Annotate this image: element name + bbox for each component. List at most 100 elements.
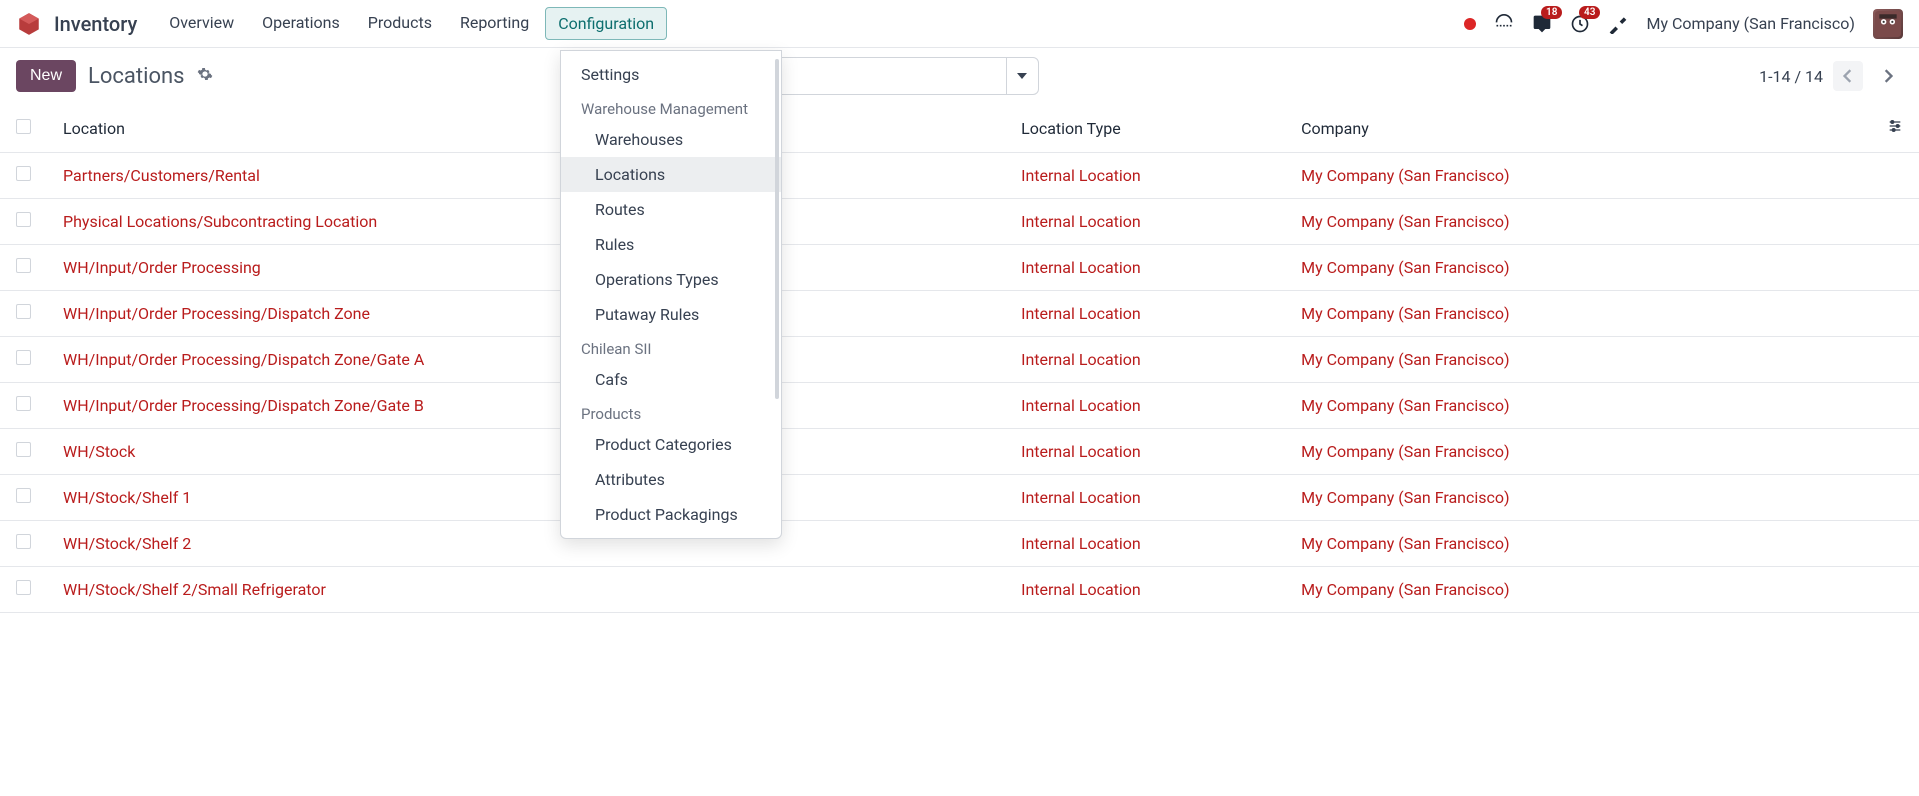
table-row[interactable]: WH/Input/Order Processing/Dispatch Zone/…: [0, 383, 1919, 429]
cell-location[interactable]: WH/Stock/Shelf 2: [63, 534, 191, 553]
cell-location[interactable]: WH/Stock/Shelf 1: [63, 488, 191, 507]
cell-type[interactable]: Internal Location: [1021, 258, 1141, 277]
dd-item-product-categories[interactable]: Product Categories: [561, 427, 781, 462]
dd-item-warehouses[interactable]: Warehouses: [561, 122, 781, 157]
pager-prev-button[interactable]: [1833, 61, 1863, 91]
table-row[interactable]: WH/Input/Order Processing Internal Locati…: [0, 245, 1919, 291]
table-row[interactable]: WH/Stock/Shelf 2/Small Refrigerator Inter…: [0, 567, 1919, 613]
nav-item-configuration[interactable]: Configuration: [545, 7, 667, 40]
dd-item-attributes[interactable]: Attributes: [561, 462, 781, 497]
pager: 1-14 / 14: [1759, 61, 1903, 91]
select-all-checkbox[interactable]: [16, 119, 31, 134]
dd-item-operation-types[interactable]: Operations Types: [561, 262, 781, 297]
cell-type[interactable]: Internal Location: [1021, 166, 1141, 185]
topbar: Inventory Overview Operations Products R…: [0, 0, 1919, 48]
column-location[interactable]: Location: [47, 104, 1005, 153]
nav-menu: Overview Operations Products Reporting C…: [157, 7, 667, 40]
cell-company[interactable]: My Company (San Francisco): [1301, 212, 1510, 231]
new-button[interactable]: New: [16, 60, 76, 92]
cell-company[interactable]: My Company (San Francisco): [1301, 442, 1510, 461]
cell-location[interactable]: WH/Stock/Shelf 2/Small Refrigerator: [63, 580, 326, 599]
cell-type[interactable]: Internal Location: [1021, 350, 1141, 369]
cell-type[interactable]: Internal Location: [1021, 488, 1141, 507]
voip-icon[interactable]: [1494, 14, 1514, 34]
app-logo-icon: [16, 11, 42, 37]
company-selector[interactable]: My Company (San Francisco): [1646, 14, 1855, 33]
dd-item-product-packagings[interactable]: Product Packagings: [561, 497, 781, 532]
nav-item-reporting[interactable]: Reporting: [448, 7, 541, 40]
configuration-dropdown: Settings Warehouse Management Warehouses…: [560, 50, 782, 539]
cell-company[interactable]: My Company (San Francisco): [1301, 488, 1510, 507]
dropdown-scrollbar[interactable]: [775, 59, 779, 399]
table-row[interactable]: WH/Stock Internal Location My Company (San…: [0, 429, 1919, 475]
cell-type[interactable]: Internal Location: [1021, 534, 1141, 553]
app-title[interactable]: Inventory: [54, 12, 137, 36]
gear-icon[interactable]: [197, 66, 213, 86]
cell-type[interactable]: Internal Location: [1021, 304, 1141, 323]
cell-company[interactable]: My Company (San Francisco): [1301, 166, 1510, 185]
row-checkbox[interactable]: [16, 580, 31, 595]
nav-item-operations[interactable]: Operations: [250, 7, 352, 40]
messages-badge: 18: [1541, 6, 1562, 19]
row-checkbox[interactable]: [16, 534, 31, 549]
row-checkbox[interactable]: [16, 212, 31, 227]
table-row[interactable]: WH/Stock/Shelf 1 Internal Location My Comp…: [0, 475, 1919, 521]
cell-location[interactable]: WH/Input/Order Processing/Dispatch Zone: [63, 304, 370, 323]
locations-table: Location Location Type Company Partners/…: [0, 104, 1919, 613]
cell-company[interactable]: My Company (San Francisco): [1301, 304, 1510, 323]
activities-icon[interactable]: 43: [1570, 14, 1590, 34]
row-checkbox[interactable]: [16, 258, 31, 273]
row-checkbox[interactable]: [16, 488, 31, 503]
nav-item-overview[interactable]: Overview: [157, 7, 246, 40]
column-options-icon[interactable]: [1887, 119, 1903, 138]
row-checkbox[interactable]: [16, 350, 31, 365]
pager-next-button[interactable]: [1873, 61, 1903, 91]
cell-type[interactable]: Internal Location: [1021, 396, 1141, 415]
messages-icon[interactable]: 18: [1532, 14, 1552, 34]
dd-item-routes[interactable]: Routes: [561, 192, 781, 227]
search-options-caret[interactable]: [1006, 58, 1038, 94]
row-checkbox[interactable]: [16, 304, 31, 319]
dd-item-settings[interactable]: Settings: [561, 57, 781, 92]
pager-text: 1-14 / 14: [1759, 67, 1823, 86]
cell-company[interactable]: My Company (San Francisco): [1301, 580, 1510, 599]
cell-location[interactable]: WH/Input/Order Processing/Dispatch Zone/…: [63, 350, 424, 369]
dd-item-putaway-rules[interactable]: Putaway Rules: [561, 297, 781, 332]
cell-location[interactable]: Physical Locations/Subcontracting Locati…: [63, 212, 377, 231]
table-row[interactable]: WH/Input/Order Processing/Dispatch Zone I…: [0, 291, 1919, 337]
cell-type[interactable]: Internal Location: [1021, 212, 1141, 231]
cell-type[interactable]: Internal Location: [1021, 580, 1141, 599]
column-type[interactable]: Location Type: [1005, 104, 1285, 153]
cell-location[interactable]: WH/Input/Order Processing/Dispatch Zone/…: [63, 396, 424, 415]
dd-item-rules[interactable]: Rules: [561, 227, 781, 262]
page-title: Locations: [88, 64, 184, 89]
dd-item-cafs[interactable]: Cafs: [561, 362, 781, 397]
tools-icon[interactable]: [1608, 14, 1628, 34]
cell-location[interactable]: WH/Stock: [63, 442, 135, 461]
dd-header-products: Products: [561, 397, 781, 427]
cell-company[interactable]: My Company (San Francisco): [1301, 258, 1510, 277]
activities-badge: 43: [1579, 6, 1600, 19]
cell-type[interactable]: Internal Location: [1021, 442, 1141, 461]
dd-item-locations[interactable]: Locations: [561, 157, 781, 192]
user-avatar[interactable]: [1873, 9, 1903, 39]
row-checkbox[interactable]: [16, 166, 31, 181]
column-company[interactable]: Company: [1285, 104, 1871, 153]
cell-company[interactable]: My Company (San Francisco): [1301, 350, 1510, 369]
row-checkbox[interactable]: [16, 396, 31, 411]
cell-company[interactable]: My Company (San Francisco): [1301, 396, 1510, 415]
table-row[interactable]: WH/Stock/Shelf 2 Internal Location My Comp…: [0, 521, 1919, 567]
cell-location[interactable]: Partners/Customers/Rental: [63, 166, 260, 185]
table-row[interactable]: Partners/Customers/Rental Internal Locati…: [0, 153, 1919, 199]
status-dot-icon[interactable]: [1464, 18, 1476, 30]
nav-item-products[interactable]: Products: [356, 7, 444, 40]
cell-location[interactable]: WH/Input/Order Processing: [63, 258, 261, 277]
dd-header-warehouse: Warehouse Management: [561, 92, 781, 122]
topbar-right: 18 43 My Company (San Francisco): [1464, 9, 1903, 39]
table-row[interactable]: WH/Input/Order Processing/Dispatch Zone/…: [0, 337, 1919, 383]
row-checkbox[interactable]: [16, 442, 31, 457]
dd-header-chilean-sii: Chilean SII: [561, 332, 781, 362]
control-bar: New Locations 1-14 / 14: [0, 48, 1919, 104]
cell-company[interactable]: My Company (San Francisco): [1301, 534, 1510, 553]
table-row[interactable]: Physical Locations/Subcontracting Locati…: [0, 199, 1919, 245]
